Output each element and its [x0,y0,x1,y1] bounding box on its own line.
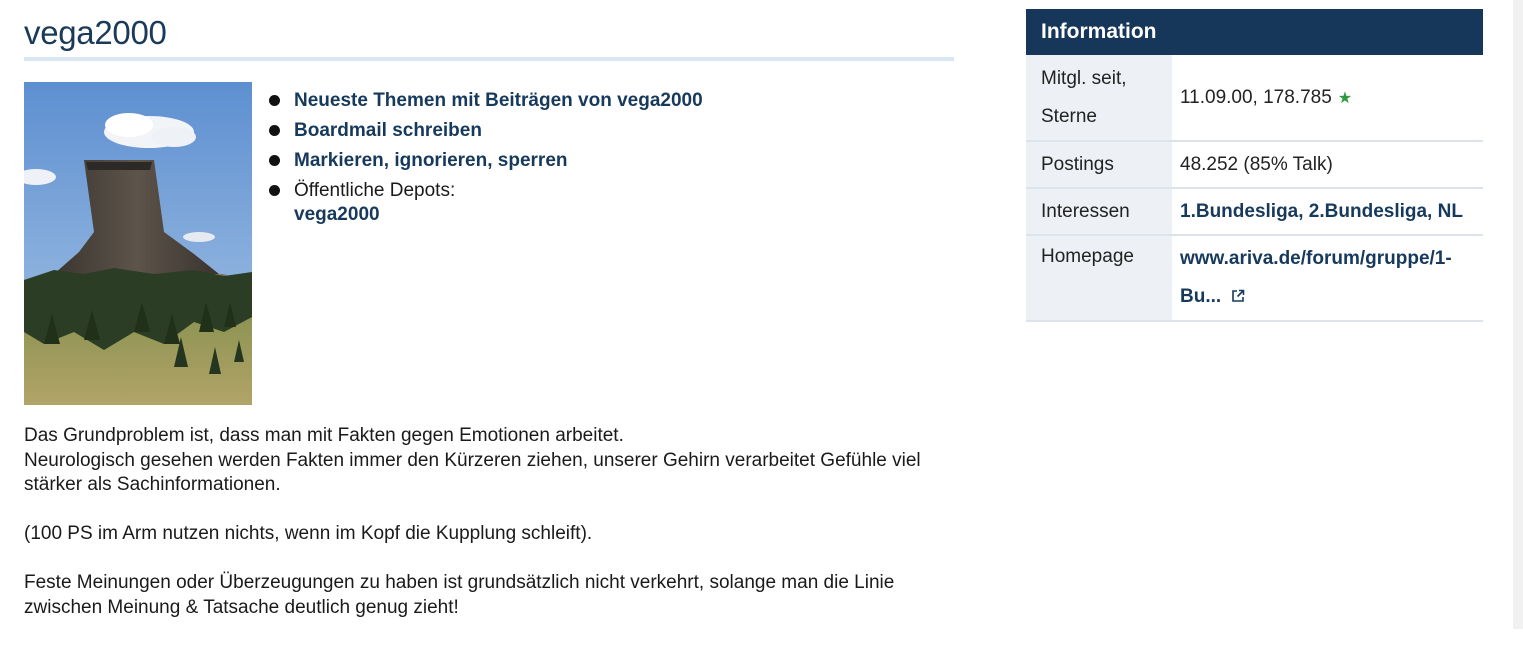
table-row: Mitgl. seit, Sterne 11.09.00, 178.785 ★ [1026,55,1483,142]
homepage-link[interactable]: www.ariva.de/forum/gruppe/1- Bu... [1180,248,1452,307]
member-since-value-text: 11.09.00, 178.785 [1180,86,1332,108]
boardmail-link[interactable]: Boardmail schreiben [294,120,482,141]
bullet-icon [269,155,280,166]
depot-link[interactable]: vega2000 [294,203,703,227]
title-divider [24,57,954,61]
postings-label: Postings [1026,141,1172,189]
star-icon: ★ [1337,89,1353,107]
bullet-icon [269,185,280,196]
bio-line: (100 PS im Arm nutzen nichts, wenn im Ko… [24,523,593,544]
interests-label: Interessen [1026,188,1172,236]
list-item: Öffentliche Depots: vega2000 [268,176,703,227]
member-since-label-text: Mitgl. seit, [1041,67,1127,89]
profile-bio: Das Grundproblem ist, dass man mit Fakte… [24,424,964,645]
homepage-value: www.ariva.de/forum/gruppe/1- Bu... [1172,235,1483,322]
info-table: Information Mitgl. seit, Sterne 11.09.00… [1026,9,1483,322]
homepage-label: Homepage [1026,235,1172,322]
page-scrollbar[interactable] [1513,0,1523,629]
list-item: Boardmail schreiben [268,116,703,146]
profile-links: Neueste Themen mit Beiträgen von vega200… [268,86,703,227]
latest-topics-link[interactable]: Neueste Themen mit Beiträgen von vega200… [294,90,703,111]
interests-link[interactable]: 1.Bundesliga, 2.Bundesliga, NL [1180,201,1463,222]
mark-ignore-block-link[interactable]: Markieren, ignorieren, sperren [294,150,568,171]
homepage-link-text: Bu... [1180,285,1222,307]
homepage-link-text: www.ariva.de/forum/gruppe/1- [1180,247,1452,269]
list-item: Markieren, ignorieren, sperren [268,146,703,176]
member-since-label: Mitgl. seit, Sterne [1026,55,1172,142]
postings-value: 48.252 (85% Talk) [1172,141,1483,189]
bullet-icon [269,95,280,106]
devils-tower-photo-icon [24,82,252,405]
bullet-icon [269,125,280,136]
stars-label-text: Sterne [1041,105,1097,127]
table-row: Postings 48.252 (85% Talk) [1026,141,1483,189]
info-header: Information [1026,9,1483,55]
external-link-icon [1231,279,1245,317]
table-row: Interessen 1.Bundesliga, 2.Bundesliga, N… [1026,188,1483,236]
avatar [24,82,252,405]
bio-line: Neurologisch gesehen werden Fakten immer… [24,449,921,496]
bio-line: Das Grundproblem ist, dass man mit Fakte… [24,425,624,446]
page-title: vega2000 [24,14,167,51]
table-row: Homepage www.ariva.de/forum/gruppe/1- Bu… [1026,235,1483,322]
bio-line: Feste Meinungen oder Überzeugungen zu ha… [24,572,895,618]
list-item: Neueste Themen mit Beiträgen von vega200… [268,86,703,116]
member-since-value: 11.09.00, 178.785 ★ [1172,55,1483,142]
public-depots-label: Öffentliche Depots: [294,180,456,201]
interests-value: 1.Bundesliga, 2.Bundesliga, NL [1172,188,1483,236]
